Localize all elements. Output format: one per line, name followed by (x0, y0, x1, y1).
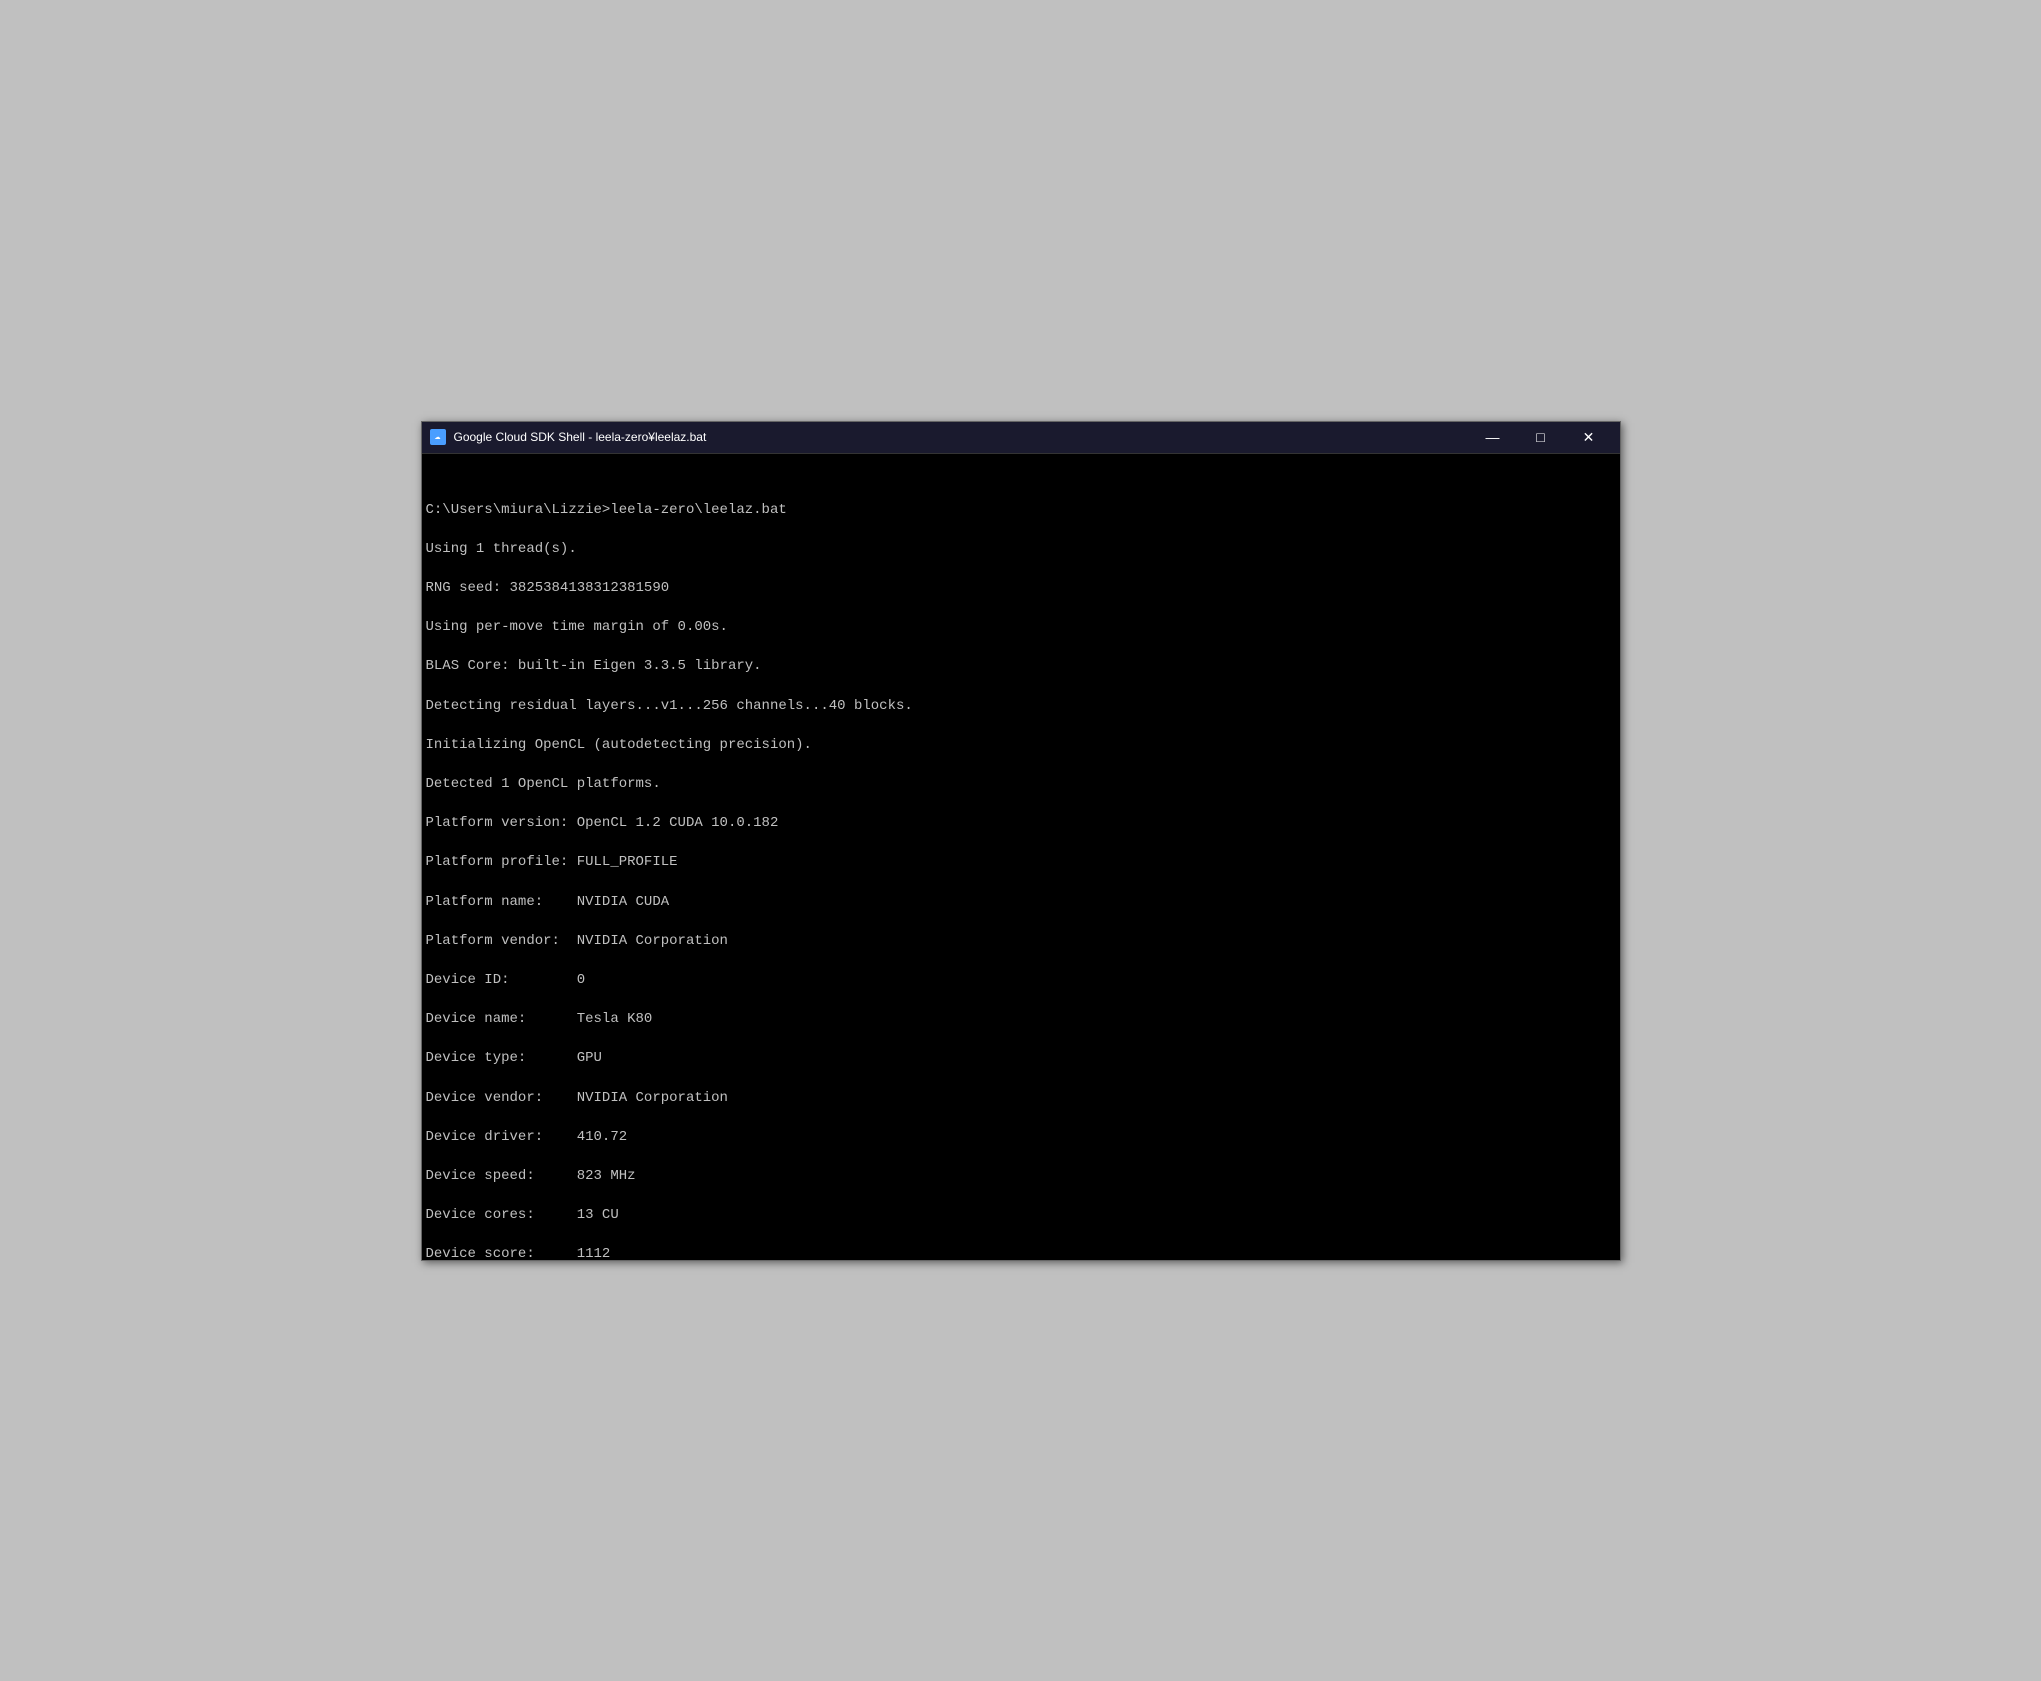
terminal-line: Device name: Tesla K80 (426, 1010, 1616, 1030)
terminal-line: Platform version: OpenCL 1.2 CUDA 10.0.1… (426, 814, 1616, 834)
app-icon: ☁ (430, 429, 446, 445)
terminal-line: Platform name: NVIDIA CUDA (426, 893, 1616, 913)
terminal-line: Device speed: 823 MHz (426, 1167, 1616, 1187)
terminal-line: Using 1 thread(s). (426, 540, 1616, 560)
terminal-line: Using per-move time margin of 0.00s. (426, 618, 1616, 638)
terminal-line: BLAS Core: built-in Eigen 3.3.5 library. (426, 657, 1616, 677)
terminal-line: Detecting residual layers...v1...256 cha… (426, 697, 1616, 717)
close-button[interactable]: ✕ (1566, 421, 1612, 453)
window-controls: — □ ✕ (1470, 421, 1612, 453)
terminal-line: Device driver: 410.72 (426, 1128, 1616, 1148)
terminal-line: Device vendor: NVIDIA Corporation (426, 1089, 1616, 1109)
maximize-button[interactable]: □ (1518, 421, 1564, 453)
minimize-button[interactable]: — (1470, 421, 1516, 453)
terminal-line: Platform profile: FULL_PROFILE (426, 853, 1616, 873)
titlebar: ☁ Google Cloud SDK Shell - leela-zero¥le… (422, 422, 1620, 454)
terminal-line: Platform vendor: NVIDIA Corporation (426, 932, 1616, 952)
terminal-line: Device ID: 0 (426, 971, 1616, 991)
window-title: Google Cloud SDK Shell - leela-zero¥leel… (454, 430, 1470, 444)
terminal-line: RNG seed: 382538413831238159​0 (426, 579, 1616, 599)
terminal-line: C:\Users\miura\Lizzie>leela-zero\leelaz.… (426, 501, 1616, 521)
terminal-line: Device cores: 13 CU (426, 1206, 1616, 1226)
terminal-output[interactable]: C:\Users\miura\Lizzie>leela-zero\leelaz.… (422, 454, 1620, 1260)
terminal-window: ☁ Google Cloud SDK Shell - leela-zero¥le… (421, 421, 1621, 1261)
terminal-line: Initializing OpenCL (autodetecting preci… (426, 736, 1616, 756)
terminal-line: Device score: 1112 (426, 1245, 1616, 1259)
terminal-line: Device type: GPU (426, 1049, 1616, 1069)
terminal-line: Detected 1 OpenCL platforms. (426, 775, 1616, 795)
